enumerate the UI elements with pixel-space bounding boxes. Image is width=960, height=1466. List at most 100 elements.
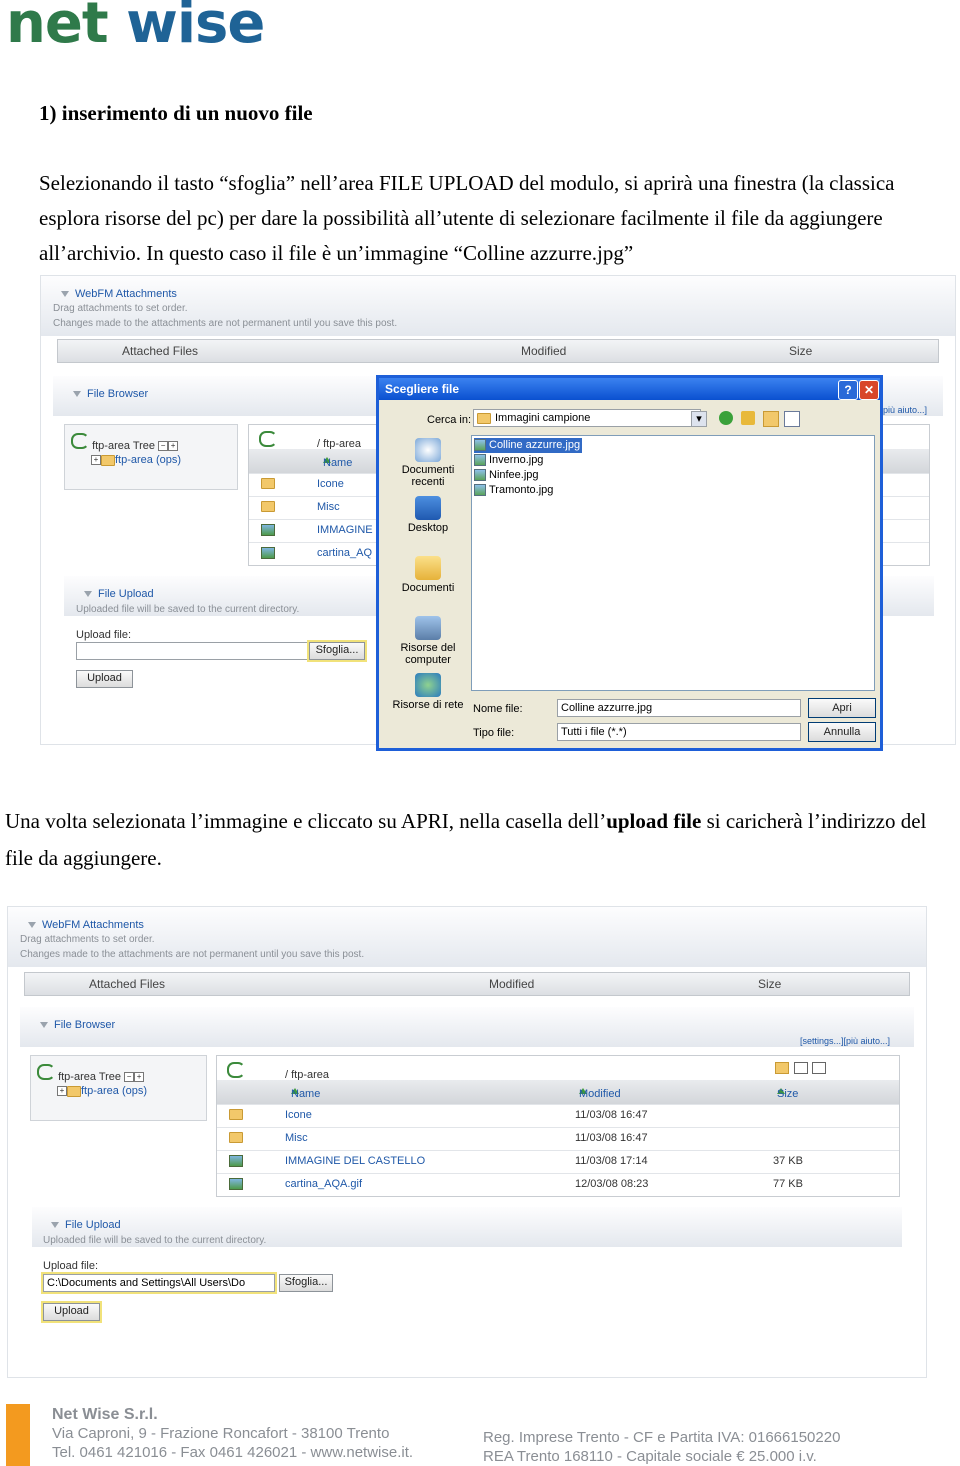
upload-file-input[interactable]: C:\Documents and Settings\All Users\Do [43, 1274, 275, 1292]
dialog-titlebar[interactable]: Scegliere file [379, 378, 880, 400]
netwise-logo: net wise [6, 0, 265, 56]
webfm-title[interactable]: WebFM Attachments [42, 919, 144, 931]
col-modified: Modified [521, 344, 567, 358]
upload-folder-icon[interactable] [775, 1062, 789, 1074]
my-documents-icon [415, 556, 441, 580]
filename-label: Nome file: [473, 703, 523, 715]
collapse-icon[interactable] [61, 291, 69, 298]
copy-icon[interactable] [812, 1062, 826, 1074]
place-desktop[interactable]: Desktop [393, 496, 463, 534]
upload-desc: Uploaded file will be saved to the curre… [43, 1235, 267, 1246]
collapse-all-icon[interactable]: − [124, 1072, 135, 1083]
folder-icon [229, 1132, 243, 1143]
dropdown-arrow-icon[interactable]: ▾ [691, 411, 707, 427]
refresh-icon[interactable] [259, 431, 277, 447]
footer-accent-bar [6, 1404, 30, 1466]
open-button[interactable]: Apri [808, 698, 876, 718]
collapse-icon[interactable] [73, 391, 81, 398]
desktop-icon [415, 496, 441, 520]
col-size: Size [758, 977, 782, 991]
help-icon[interactable]: ? [838, 380, 858, 400]
network-icon [415, 673, 441, 697]
file-browser-title[interactable]: File Browser [87, 388, 148, 400]
place-network[interactable]: Risorse di rete [389, 673, 467, 711]
file-item[interactable]: Inverno.jpg [474, 453, 543, 468]
table-row[interactable]: Icone 11/03/08 16:47 [217, 1105, 899, 1128]
folder-icon [261, 501, 275, 512]
col-size: Size [789, 344, 813, 358]
new-folder-icon[interactable] [763, 411, 779, 427]
second-paragraph: Una volta selezionata l’immagine e clicc… [5, 809, 927, 870]
folder-icon [261, 478, 275, 489]
filetype-label: Tipo file: [473, 727, 515, 739]
tree-item-ftp-area[interactable]: ftp-area (ops) [81, 1085, 147, 1097]
browse-button[interactable]: Sfoglia... [309, 642, 365, 660]
section-heading: 1) inserimento di un nuovo file [39, 101, 313, 125]
footer-contacts: Tel. 0461 421016 - Fax 0461 426021 - www… [52, 1444, 414, 1461]
col-modified: Modified [489, 977, 535, 991]
collapse-icon[interactable] [40, 1022, 48, 1029]
image-file-icon [261, 524, 275, 536]
file-listing: / ftp-area Name Modified Size Icone 11/03… [216, 1055, 900, 1197]
back-icon[interactable] [719, 411, 733, 425]
table-row[interactable]: Misc 11/03/08 16:47 [217, 1128, 899, 1151]
cancel-button[interactable]: Annulla [808, 722, 876, 742]
refresh-icon[interactable] [227, 1062, 245, 1078]
th-modified[interactable]: Modified [579, 1088, 621, 1100]
th-name[interactable]: Name [291, 1088, 320, 1100]
webfm-title[interactable]: WebFM Attachments [75, 288, 177, 300]
help-links[interactable]: più aiuto...] [883, 403, 927, 417]
view-menu-icon[interactable] [784, 411, 800, 427]
file-browser-title[interactable]: File Browser [54, 1019, 115, 1031]
place-documents[interactable]: Documenti [393, 556, 463, 594]
collapse-icon[interactable] [28, 922, 36, 929]
table-row[interactable]: IMMAGINE DEL CASTELLO 11/03/08 17:14 37 KB [217, 1151, 899, 1174]
expand-node-icon[interactable]: + [57, 1086, 67, 1097]
attachments-header: Attached Files Modified Size [57, 339, 939, 363]
upload-file-input[interactable] [76, 642, 309, 660]
collapse-icon[interactable] [51, 1222, 59, 1229]
intro-paragraph: Selezionando il tasto “sfoglia” nell’are… [39, 171, 895, 265]
jpg-file-icon [474, 469, 486, 482]
footer-rea: REA Trento 168110 - Capitale sociale € 2… [483, 1448, 817, 1465]
file-list: Colline azzurre.jpg Inverno.jpg Ninfee.j… [471, 435, 875, 691]
file-upload-title[interactable]: File Upload [65, 1219, 121, 1231]
browse-button[interactable]: Sfoglia... [279, 1274, 333, 1292]
my-computer-icon [415, 616, 441, 640]
webfm-desc-2: Changes made to the attachments are not … [20, 949, 365, 960]
look-in-select[interactable]: Immagini campione [473, 409, 701, 427]
directory-tree: ftp-area Tree − + + ftp-area (ops) [30, 1055, 207, 1121]
place-computer[interactable]: Risorse del computer [393, 616, 463, 666]
th-size[interactable]: Size [777, 1088, 798, 1100]
place-recent[interactable]: Documenti recenti [393, 438, 463, 488]
refresh-icon[interactable] [71, 433, 89, 449]
expand-node-icon[interactable]: + [91, 455, 101, 466]
file-item[interactable]: Ninfee.jpg [474, 468, 539, 483]
filename-input[interactable]: Colline azzurre.jpg [557, 699, 801, 717]
th-name[interactable]: Name [323, 457, 352, 469]
dialog-title: Scegliere file [385, 382, 460, 396]
collapse-all-icon[interactable]: − [158, 441, 169, 452]
expand-all-icon[interactable]: + [134, 1072, 145, 1083]
close-icon[interactable]: ✕ [859, 380, 879, 400]
folder-icon [67, 1085, 81, 1097]
filetype-select[interactable]: Tutti i file (*.*) [557, 723, 801, 741]
file-upload-title[interactable]: File Upload [98, 588, 154, 600]
tree-item-ftp-area[interactable]: ftp-area (ops) [115, 454, 181, 466]
file-item[interactable]: Colline azzurre.jpg [474, 438, 583, 453]
tree-title: ftp-area Tree [92, 440, 156, 452]
col-attached-files: Attached Files [89, 977, 166, 991]
up-folder-icon[interactable] [741, 411, 755, 425]
upload-button[interactable]: Upload [76, 670, 133, 688]
expand-all-icon[interactable]: + [168, 441, 179, 452]
image-file-icon [229, 1155, 243, 1167]
table-row[interactable]: cartina_AQA.gif 12/03/08 08:23 77 KB [217, 1174, 899, 1196]
folder-icon [101, 454, 115, 466]
help-links[interactable]: [settings...][più aiuto...] [800, 1034, 890, 1048]
file-item[interactable]: Tramonto.jpg [474, 483, 553, 498]
upload-label: Upload file: [76, 629, 132, 641]
refresh-icon[interactable] [37, 1064, 55, 1080]
new-folder-icon[interactable] [794, 1062, 808, 1074]
upload-button[interactable]: Upload [43, 1303, 100, 1321]
collapse-icon[interactable] [84, 591, 92, 598]
